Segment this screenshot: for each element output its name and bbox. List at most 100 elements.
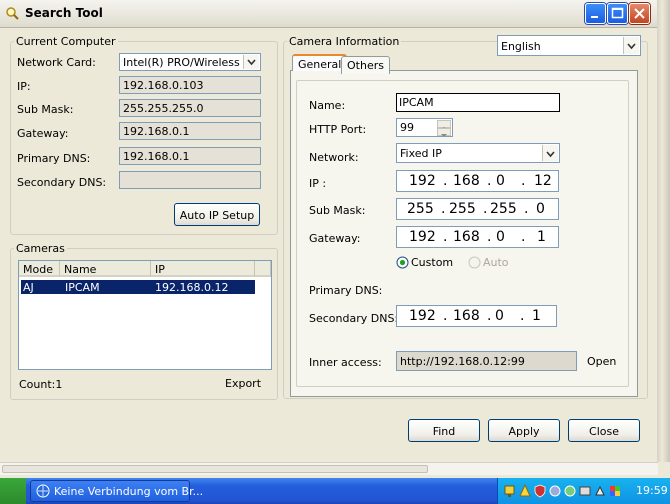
ip-dot: . — [487, 173, 492, 189]
ip-octet: 255 — [490, 201, 517, 217]
network-mode-select[interactable]: Fixed IP — [396, 143, 560, 163]
ip-dot: . — [521, 229, 526, 245]
gateway-label: Gateway: — [17, 127, 69, 140]
network-card-label: Network Card: — [17, 56, 96, 69]
close-label: Close — [589, 425, 619, 438]
chevron-down-icon[interactable] — [542, 145, 558, 161]
minimize-icon — [591, 16, 598, 18]
submask-label: Sub Mask: — [17, 103, 74, 116]
gateway-field: 192.168.0.1 — [119, 122, 261, 140]
ip-label: IP: — [17, 80, 31, 93]
camera-information-title: Camera Information — [287, 35, 402, 48]
window-title: Search Tool — [25, 6, 103, 20]
camera-mode-cell: AJ — [23, 281, 34, 294]
close-icon — [634, 8, 645, 19]
auto-ip-setup-button[interactable]: Auto IP Setup — [174, 203, 260, 226]
close-window-button[interactable] — [629, 3, 650, 24]
ip-octet: 255 — [449, 201, 476, 217]
chevron-up-icon[interactable] — [437, 120, 451, 130]
camera-count: Count:1 — [19, 378, 63, 391]
device-icon[interactable] — [579, 484, 591, 498]
ip-dot: . — [443, 308, 448, 324]
inner-access-label: Inner access: — [309, 356, 382, 369]
warning-icon[interactable] — [519, 484, 531, 498]
camera-ip-label: IP : — [309, 177, 327, 190]
apply-button[interactable]: Apply — [488, 419, 560, 442]
export-link[interactable]: Export — [225, 377, 261, 390]
find-label: Find — [432, 425, 456, 438]
cameras-title: Cameras — [14, 242, 67, 255]
find-button[interactable]: Find — [408, 419, 480, 442]
camera-list[interactable]: Mode Name IP AJ IPCAM 192.168.0.12 — [18, 260, 272, 370]
window-border-right — [657, 0, 670, 462]
primary-dns-label: Primary DNS: — [17, 152, 91, 165]
open-link[interactable]: Open — [587, 355, 616, 368]
ip-octet: 192 — [409, 308, 436, 324]
sync-icon[interactable] — [564, 484, 576, 498]
camera-gateway-label: Gateway: — [309, 232, 361, 245]
shield-icon[interactable] — [534, 484, 546, 498]
ip-dot: . — [487, 229, 492, 245]
camera-secondary-dns-input[interactable]: 192 . 168 . 0 . 1 — [396, 305, 557, 327]
ip-octet: 0 — [536, 201, 545, 217]
ip-dot: . — [520, 308, 525, 324]
table-row[interactable]: AJ IPCAM 192.168.0.12 — [21, 280, 255, 294]
browser-icon — [36, 484, 50, 498]
network-mode-value: Fixed IP — [400, 147, 442, 160]
start-button[interactable] — [0, 478, 26, 504]
usb-icon[interactable] — [594, 484, 606, 498]
ip-field: 192.168.0.103 — [119, 76, 261, 94]
camera-submask-input[interactable]: 255 . 255 . 255 . 0 — [396, 198, 559, 220]
ip-octet: 168 — [453, 229, 480, 245]
chevron-down-icon[interactable] — [243, 55, 259, 69]
inner-access-field: http://192.168.0.12:99 — [396, 351, 577, 371]
camera-name-input[interactable]: IPCAM — [396, 93, 560, 112]
ip-octet: 0 — [496, 229, 505, 245]
chevron-down-icon[interactable] — [623, 37, 639, 54]
apply-label: Apply — [508, 425, 540, 438]
close-button[interactable]: Close — [568, 419, 640, 442]
language-select[interactable]: English — [497, 35, 641, 56]
chevron-down-icon[interactable] — [437, 128, 451, 136]
taskbar-item-label: Keine Verbindung vom Br... — [54, 485, 204, 498]
column-header-mode[interactable]: Mode — [19, 261, 60, 277]
maximize-icon — [611, 7, 624, 19]
current-computer-title: Current Computer — [14, 35, 118, 48]
ip-octet: 192 — [409, 173, 436, 189]
ip-octet: 168 — [453, 308, 480, 324]
ip-octet: 168 — [453, 173, 480, 189]
secondary-dns-field — [119, 171, 261, 189]
taskbar-item[interactable]: Keine Verbindung vom Br... — [30, 480, 203, 502]
ip-dot: . — [487, 308, 492, 324]
tab-others[interactable]: Others — [341, 56, 390, 74]
column-header-empty — [255, 261, 271, 277]
camera-name-cell: IPCAM — [65, 281, 100, 294]
network-card-select[interactable]: Intel(R) PRO/Wireless LA — [119, 53, 261, 71]
auto-ip-setup-label: Auto IP Setup — [179, 209, 255, 222]
clock: 19:59 — [636, 484, 668, 497]
minimize-button[interactable] — [585, 3, 606, 24]
ip-octet: 12 — [534, 173, 552, 189]
flag-icon[interactable] — [609, 484, 621, 498]
horizontal-scrollbar[interactable] — [0, 462, 658, 475]
http-port-stepper[interactable]: 99 — [396, 118, 453, 137]
ip-dot: . — [443, 229, 448, 245]
network-icon[interactable] — [504, 484, 516, 498]
ip-octet: 1 — [537, 229, 546, 245]
tab-general[interactable]: General — [292, 54, 348, 71]
scrollbar-thumb[interactable] — [2, 465, 428, 473]
camera-ip-cell: 192.168.0.12 — [155, 281, 229, 294]
column-header-name[interactable]: Name — [60, 261, 151, 277]
title-bar[interactable]: Search Tool — [0, 0, 658, 28]
maximize-button[interactable] — [607, 3, 628, 24]
camera-gateway-input[interactable]: 192 . 168 . 0 . 1 — [396, 226, 559, 248]
connection-icon[interactable] — [549, 484, 561, 498]
camera-primary-dns-label: Primary DNS: — [309, 284, 383, 297]
taskbar: Keine Verbindung vom Br... 19:59 — [0, 478, 670, 504]
column-header-ip[interactable]: IP — [151, 261, 255, 277]
ip-octet: 192 — [409, 229, 436, 245]
search-tool-app-icon — [6, 7, 19, 20]
radio-unselected-icon — [468, 256, 481, 269]
http-port-label: HTTP Port: — [309, 123, 367, 136]
camera-ip-input[interactable]: 192 . 168 . 0 . 12 — [396, 170, 559, 192]
